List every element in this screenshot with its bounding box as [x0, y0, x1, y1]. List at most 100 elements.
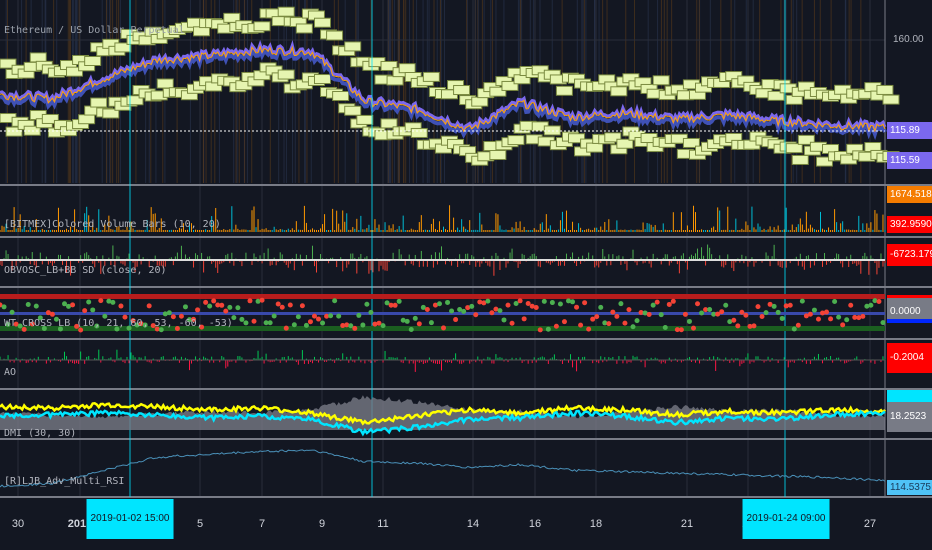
pivot-low-label: [156, 78, 174, 89]
wt-cross-dot: [570, 299, 576, 305]
rsi-line: [0, 449, 886, 488]
obv-label: -6723.1794: [887, 244, 932, 266]
wt-cross-dot: [610, 309, 616, 315]
volume-label: 1674.5186: [887, 186, 932, 203]
pivot-high-label: [29, 52, 47, 63]
wt-cross-dot: [316, 316, 322, 322]
wt-cross-dot: [461, 308, 467, 314]
pivot-low-label: [313, 74, 331, 85]
time-tick: 18: [589, 518, 603, 530]
wt-cross-dot: [549, 300, 555, 306]
wt-cross-dot: [699, 310, 705, 316]
wt-cross-dot: [509, 320, 515, 326]
time-tick: 30: [11, 518, 25, 530]
wt-cross-dot: [259, 297, 265, 303]
wt-cross-dot: [328, 313, 334, 319]
pane-separator: [0, 388, 932, 390]
wt-cross-dot: [743, 312, 749, 318]
pivot-low-label: [332, 91, 350, 102]
wt-cross-dot: [695, 301, 701, 307]
wt-cross-dot: [368, 309, 374, 315]
pivot-low-label: [356, 114, 374, 125]
pane-separator: [0, 236, 932, 238]
wt-cross-dot: [598, 304, 604, 310]
pivot-low-label: [410, 127, 428, 138]
wt-cross-dot: [811, 307, 817, 313]
pivot-low-label: [489, 150, 507, 161]
wt-cross-dot: [279, 304, 285, 310]
wt-cross-dot: [840, 322, 846, 328]
wt-cross-dot: [243, 320, 249, 326]
wt-cross-dot: [731, 317, 737, 323]
wt-cross-dot: [541, 298, 547, 304]
wt-mid-band: [0, 312, 885, 315]
wt-cross-dot: [614, 313, 620, 319]
pivot-low-label: [791, 154, 809, 165]
wt-cross-dot: [622, 320, 628, 326]
symbol-title: Ethereum / US Dollar Perpetual: [4, 25, 185, 36]
wt-cross-dot: [618, 301, 624, 307]
wt-cross-dot: [364, 301, 370, 307]
wt-cross-dot: [211, 298, 217, 304]
wt-cross-dot: [473, 312, 479, 318]
wt-cross-dot: [828, 316, 834, 322]
wt-cross-dot: [497, 308, 503, 314]
wt-cross-dot: [735, 323, 741, 329]
wt-cross-dot: [247, 298, 253, 304]
wt-cross-dot: [791, 326, 797, 332]
dmi-cyan-label: [887, 390, 932, 402]
wt-cross-dot: [832, 299, 838, 305]
wt-cross-dot: [86, 299, 92, 305]
pivot-high-label: [344, 41, 362, 52]
wt-cross-dot: [553, 323, 559, 329]
pivot-low-label: [277, 69, 295, 80]
wt-cross-dot: [646, 311, 652, 317]
wt-cross-dot: [352, 325, 358, 331]
wt-cross-dot: [582, 300, 588, 306]
dmi-label: 18.2523: [887, 402, 932, 432]
wt-cross-dot: [860, 313, 866, 319]
wt-cross-dot: [578, 322, 584, 328]
dmi-pane-title: DMI (30, 30): [4, 428, 77, 439]
ao-pane-title: AO: [4, 367, 17, 378]
wt-cross-dot: [517, 298, 523, 304]
wt-cross-dot: [775, 309, 781, 315]
wt-cross-dot: [404, 318, 410, 324]
wt-cross-dot: [428, 320, 434, 326]
wt-cross-dot: [227, 304, 233, 310]
wt-cross-dot: [678, 327, 684, 333]
wt-cross-dot: [634, 318, 640, 324]
ao-label: -0.2004: [887, 343, 932, 373]
rsi-label: 114.5375: [887, 480, 932, 495]
pivot-high-label: [295, 23, 313, 34]
wt-cross-dot: [654, 299, 660, 305]
wt-cross-dot: [779, 315, 785, 321]
wt-cross-dot: [755, 304, 761, 310]
tradingview-chart[interactable]: Ethereum / US Dollar Perpetual [BITMEX]C…: [0, 0, 932, 550]
wt-cross-dot: [682, 311, 688, 317]
wt-cross-dot: [719, 309, 725, 315]
wt-cross-dot: [275, 301, 281, 307]
pivot-high-label: [876, 84, 894, 95]
wt-cross-dot: [630, 324, 636, 330]
price-tick-160: 160.00: [893, 34, 924, 45]
pivot-high-label: [193, 26, 211, 37]
wt-cross-dot: [557, 301, 563, 307]
pivot-low-label: [586, 142, 604, 153]
wt-cross-dot: [771, 303, 777, 309]
pivot-low-label: [507, 135, 525, 146]
time-tick: 11: [377, 518, 389, 530]
wt-overbought-band: [0, 294, 885, 299]
time-tick: 16: [528, 518, 542, 530]
wt-cross-dot: [759, 313, 765, 319]
pane-separator: [0, 438, 932, 440]
last-price-label: 115.89: [887, 122, 932, 139]
wt-cross-dot: [271, 313, 277, 319]
pivot-high-label: [610, 86, 628, 97]
volume-pane-title: [BITMEX]Colored Volume Bars (10, 20): [4, 219, 221, 230]
wt-cross-dot: [311, 313, 317, 319]
wt-cross-dot: [408, 327, 414, 333]
wt-cross-dot: [251, 318, 257, 324]
wt-cross-dot: [223, 308, 229, 314]
wt-cross-dot: [283, 325, 289, 331]
